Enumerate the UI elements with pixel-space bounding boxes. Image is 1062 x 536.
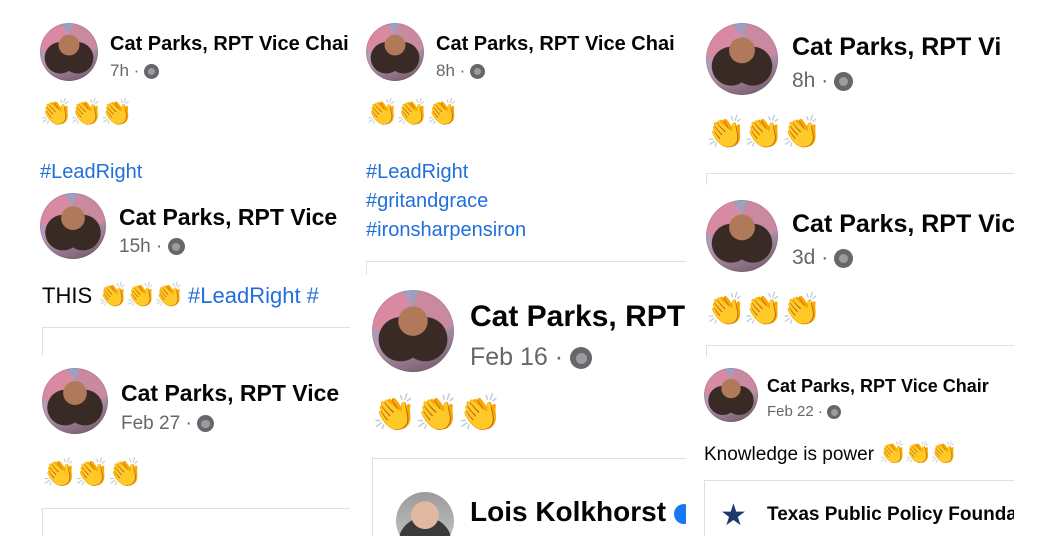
post-meta: Feb 16 · — [470, 343, 593, 372]
separator: · — [185, 413, 192, 434]
hashtag-ironsharpensiron[interactable]: #ironsharpensiron — [366, 219, 526, 242]
author-name[interactable]: Cat Parks, RPT Vice Chai — [436, 33, 675, 56]
avatar[interactable] — [706, 23, 778, 95]
timestamp[interactable]: 15h — [119, 236, 151, 257]
avatar[interactable] — [42, 368, 108, 434]
timestamp[interactable]: 8h — [436, 61, 455, 80]
globe-icon — [167, 238, 185, 256]
hashtag-leadright[interactable]: #LeadRight — [366, 161, 468, 184]
avatar[interactable] — [704, 368, 758, 422]
author-name[interactable]: Cat Parks, RPT Vic — [792, 210, 1014, 239]
avatar[interactable] — [40, 193, 106, 259]
post-meta: Feb 22 · — [767, 403, 842, 420]
separator: · — [459, 61, 466, 80]
globe-icon — [470, 64, 486, 80]
hashtag-gritandgrace[interactable]: #gritandgrace — [366, 190, 488, 213]
author-name[interactable]: Cat Parks, RPT Vice — [119, 204, 337, 231]
post-text-words: Knowledge is power — [704, 444, 875, 465]
author-name[interactable]: Cat Parks, RPT — [470, 300, 685, 334]
author-name[interactable]: Cat Parks, RPT Vi — [792, 33, 1001, 62]
timestamp[interactable]: 7h — [110, 61, 129, 80]
post-card-7[interactable]: Cat Parks, RPT Vice Feb 27 · 👏👏👏 — [30, 360, 350, 536]
globe-icon — [144, 64, 160, 80]
post-card-5[interactable]: Cat Parks, RPT Vic 3d · 👏👏👏 — [694, 192, 1014, 357]
author-name[interactable]: Cat Parks, RPT Vice — [121, 380, 339, 407]
verified-badge-icon — [673, 503, 686, 524]
separator: · — [554, 343, 564, 371]
clap-emojis: 👏👏👏 — [42, 457, 143, 488]
globe-icon — [197, 415, 215, 433]
post-text: THIS 👏👏👏 #LeadRight # — [42, 281, 319, 310]
post-card-2[interactable]: Cat Parks, RPT Vice Chai 8h · 👏👏👏 #LeadR… — [356, 15, 686, 275]
post-card-1[interactable]: Cat Parks, RPT Vice Chai 7h · 👏👏👏 #LeadR… — [30, 15, 350, 187]
link-preview-edge — [706, 345, 1014, 357]
link-preview-edge — [366, 261, 686, 275]
hashtag-leadright[interactable]: #LeadRight # — [188, 283, 319, 308]
post-meta: 8h · — [436, 61, 486, 81]
clap-emojis: 👏👏👏 — [40, 97, 133, 127]
clap-emojis: 👏👏👏 — [366, 97, 459, 127]
post-meta: Feb 27 · — [121, 413, 215, 435]
separator: · — [817, 403, 823, 420]
clap-emojis: 👏👏👏 — [706, 114, 822, 150]
globe-icon — [827, 405, 842, 420]
shared-author-name[interactable]: Lois Kolkhorst — [470, 496, 686, 528]
shared-page-name[interactable]: Texas Public Policy Founda — [767, 504, 1014, 526]
separator: · — [155, 236, 163, 257]
link-preview-edge — [706, 173, 1014, 185]
timestamp[interactable]: Feb 16 — [470, 343, 548, 371]
link-preview-edge — [42, 327, 350, 355]
clap-emojis: 👏👏👏 — [706, 291, 822, 327]
timestamp[interactable]: Feb 27 — [121, 413, 180, 434]
post-meta: 7h · — [110, 61, 160, 81]
avatar[interactable] — [366, 23, 424, 81]
link-preview-edge — [42, 508, 350, 536]
clap-emojis: 👏👏👏 — [98, 282, 184, 309]
avatar[interactable] — [40, 23, 98, 81]
post-card-3[interactable]: Cat Parks, RPT Vi 8h · 👏👏👏 — [694, 15, 1014, 185]
post-text: Knowledge is power 👏👏👏 — [704, 440, 958, 466]
post-meta: 8h · — [792, 69, 854, 93]
post-card-4[interactable]: Cat Parks, RPT Vice 15h · THIS 👏👏👏 #Lead… — [30, 187, 350, 355]
star-logo-icon: ★ — [720, 499, 747, 532]
avatar[interactable] — [372, 290, 454, 372]
globe-icon — [570, 347, 593, 370]
separator: · — [821, 246, 829, 269]
timestamp[interactable]: 3d — [792, 246, 815, 269]
separator: · — [821, 69, 829, 92]
post-card-6[interactable]: Cat Parks, RPT Feb 16 · 👏👏👏 Lois Kolkhor… — [356, 278, 686, 536]
post-meta: 15h · — [119, 236, 185, 258]
globe-icon — [834, 71, 854, 91]
clap-emojis: 👏👏👏 — [372, 392, 502, 433]
author-name[interactable]: Cat Parks, RPT Vice Chai — [110, 33, 349, 56]
timestamp[interactable]: 8h — [792, 69, 815, 92]
post-card-8[interactable]: Cat Parks, RPT Vice Chair Feb 22 · Knowl… — [694, 360, 1014, 536]
post-meta: 3d · — [792, 246, 854, 270]
separator: · — [133, 61, 140, 80]
post-text-word: THIS — [42, 283, 93, 308]
clap-emojis: 👏👏👏 — [879, 440, 957, 465]
avatar[interactable] — [706, 200, 778, 272]
hashtag-leadright[interactable]: #LeadRight — [40, 161, 142, 184]
timestamp[interactable]: Feb 22 — [767, 403, 814, 420]
globe-icon — [834, 248, 854, 268]
author-name[interactable]: Cat Parks, RPT Vice Chair — [767, 376, 989, 397]
